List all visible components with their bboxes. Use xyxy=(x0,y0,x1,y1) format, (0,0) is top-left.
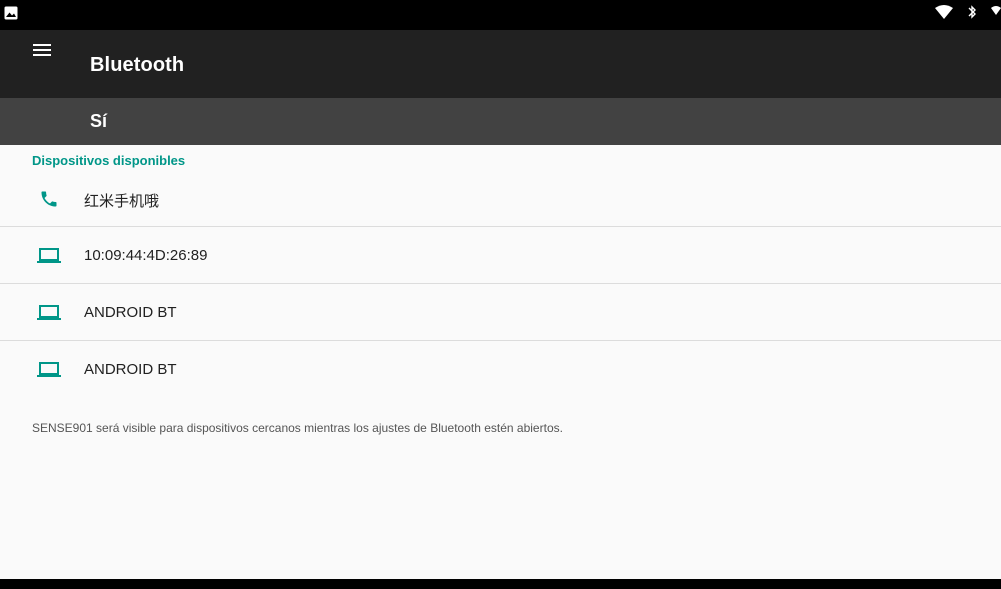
laptop-icon xyxy=(36,302,62,324)
visibility-notice: SENSE901 será visible para dispositivos … xyxy=(32,421,563,435)
device-item[interactable]: ANDROID BT xyxy=(0,284,1001,341)
device-list: 红米手机哦 10:09:44:4D:26:89 ANDROID BT ANDRO… xyxy=(0,170,1001,398)
status-icons xyxy=(935,4,1001,24)
device-item[interactable]: 10:09:44:4D:26:89 xyxy=(0,227,1001,284)
wifi-icon xyxy=(935,4,953,24)
device-name: 10:09:44:4D:26:89 xyxy=(84,247,208,264)
device-name: ANDROID BT xyxy=(84,304,177,321)
bluetooth-icon xyxy=(967,4,977,25)
image-notification-icon xyxy=(4,6,18,20)
bluetooth-switch-bar[interactable]: Sí xyxy=(0,98,1001,145)
available-devices-header: Dispositivos disponibles xyxy=(32,153,186,168)
device-name: ANDROID BT xyxy=(84,361,177,378)
laptop-icon xyxy=(36,359,62,381)
device-item[interactable]: 红米手机哦 xyxy=(0,170,1001,227)
menu-icon xyxy=(33,44,51,63)
signal-icon xyxy=(991,5,1001,24)
phone-icon xyxy=(36,188,62,210)
status-bar xyxy=(0,0,1001,30)
switch-label: Sí xyxy=(90,111,108,131)
toolbar: Bluetooth xyxy=(0,30,1001,98)
device-item[interactable]: ANDROID BT xyxy=(0,341,1001,398)
page-title: Bluetooth xyxy=(90,54,185,76)
laptop-icon xyxy=(36,245,62,267)
menu-button[interactable] xyxy=(28,44,56,72)
device-name: 红米手机哦 xyxy=(84,193,160,210)
navigation-bar xyxy=(0,579,1001,589)
